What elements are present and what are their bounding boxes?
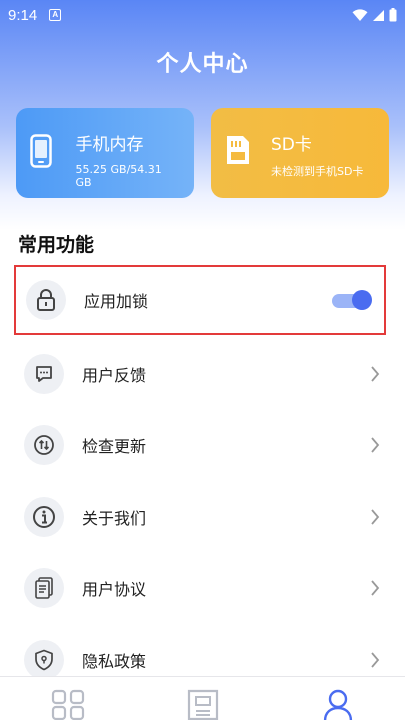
bottom-navigation [0, 676, 405, 720]
nav-tab-profile[interactable] [270, 677, 405, 720]
nav-tab-home[interactable] [0, 677, 135, 720]
menu-item-user-agreement[interactable]: 用户协议 [14, 553, 386, 623]
status-icons [352, 8, 397, 22]
lock-icon [26, 280, 66, 320]
menu-item-app-lock[interactable]: 应用加锁 [14, 265, 386, 335]
phone-icon [30, 130, 66, 198]
menu-label: 用户反馈 [82, 366, 147, 385]
page-title: 个人中心 [156, 52, 249, 77]
battery-icon [389, 8, 397, 22]
shield-icon [24, 640, 64, 680]
menu-item-feedback[interactable]: 用户反馈 [14, 339, 386, 409]
phone-storage-card[interactable]: 手机内存 55.25 GB/54.31 GB [16, 108, 194, 198]
menu-label: 检查更新 [82, 437, 147, 456]
menu-item-check-update[interactable]: 检查更新 [14, 410, 386, 480]
status-time: 9:14 [8, 6, 38, 24]
sim-card-icon [187, 689, 218, 720]
signal-icon [373, 9, 384, 21]
toggle-knob [352, 290, 372, 310]
chevron-right-icon [371, 437, 380, 453]
menu-label: 用户协议 [82, 580, 147, 599]
phone-storage-value: 55.25 GB/54.31 GB [75, 163, 162, 189]
app-lock-toggle[interactable] [332, 290, 372, 310]
chevron-right-icon [371, 366, 380, 382]
menu-label: 关于我们 [82, 509, 147, 528]
sd-card-title: SD卡 [271, 135, 312, 155]
feedback-icon [24, 354, 64, 394]
nav-tab-storage[interactable] [135, 677, 270, 720]
person-icon [323, 689, 352, 720]
info-icon [24, 497, 64, 537]
sd-card-storage-card[interactable]: SD卡 未检测到手机SD卡 [211, 108, 389, 198]
chevron-right-icon [371, 509, 380, 525]
sd-card-icon [225, 130, 261, 198]
phone-storage-title: 手机内存 [75, 135, 144, 155]
menu-label: 应用加锁 [84, 292, 149, 311]
grid-icon [51, 689, 84, 720]
menu-item-about-us[interactable]: 关于我们 [14, 482, 386, 552]
status-bar: 9:14 A [0, 0, 405, 30]
notification-icon: A [49, 9, 62, 21]
chevron-right-icon [371, 580, 380, 596]
sd-card-status: 未检测到手机SD卡 [271, 165, 364, 178]
update-icon [24, 425, 64, 465]
chevron-right-icon [371, 652, 380, 668]
wifi-icon [352, 8, 368, 21]
document-icon [24, 568, 64, 608]
section-title: 常用功能 [18, 234, 95, 256]
menu-label: 隐私政策 [82, 652, 147, 671]
